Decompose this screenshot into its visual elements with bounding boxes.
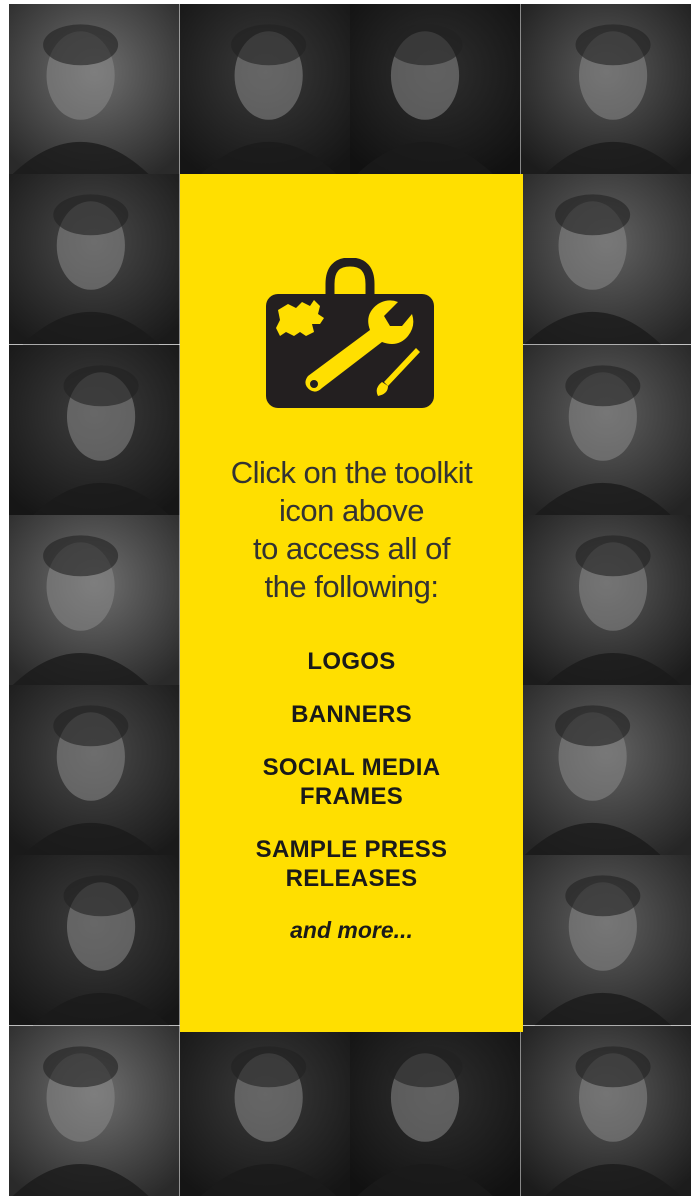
portrait-tile bbox=[520, 685, 691, 856]
portrait-tile bbox=[9, 855, 180, 1026]
portrait-tile bbox=[520, 1025, 691, 1196]
intro-text: Click on the toolkit icon above to acces… bbox=[180, 454, 523, 606]
intro-line-2: icon above bbox=[279, 493, 424, 528]
portrait-tile bbox=[9, 344, 180, 515]
item-banners: BANNERS bbox=[291, 701, 412, 728]
intro-line-3: to access all of bbox=[252, 531, 451, 566]
portrait-tile bbox=[9, 1025, 180, 1196]
toolkit-icon[interactable] bbox=[266, 258, 434, 408]
portrait-tile bbox=[9, 4, 180, 175]
portrait-tile bbox=[350, 4, 521, 175]
portrait-tile bbox=[179, 1025, 350, 1196]
portrait-tile bbox=[520, 855, 691, 1026]
and-more-text: and more... bbox=[290, 917, 413, 943]
portrait-tile bbox=[350, 1025, 521, 1196]
item-logos: LOGOS bbox=[307, 648, 396, 675]
portrait-tile bbox=[520, 174, 691, 345]
toolkit-items-list: LOGOS BANNERS SOCIAL MEDIA FRAMES SAMPLE… bbox=[180, 647, 523, 944]
item-sample-press-releases: SAMPLE PRESS RELEASES bbox=[255, 836, 448, 892]
portrait-tile bbox=[9, 685, 180, 856]
intro-line-1: Click on the toolkit bbox=[230, 455, 473, 490]
portrait-tile bbox=[179, 4, 350, 175]
portrait-tile bbox=[9, 174, 180, 345]
portrait-tile bbox=[520, 514, 691, 686]
portrait-tile bbox=[9, 514, 180, 686]
portrait-tile bbox=[520, 344, 691, 515]
intro-line-4: the following: bbox=[264, 569, 439, 604]
portrait-tile bbox=[520, 4, 691, 175]
toolkit-panel: Click on the toolkit icon above to acces… bbox=[180, 174, 523, 1032]
item-social-media-frames: SOCIAL MEDIA FRAMES bbox=[262, 754, 441, 810]
